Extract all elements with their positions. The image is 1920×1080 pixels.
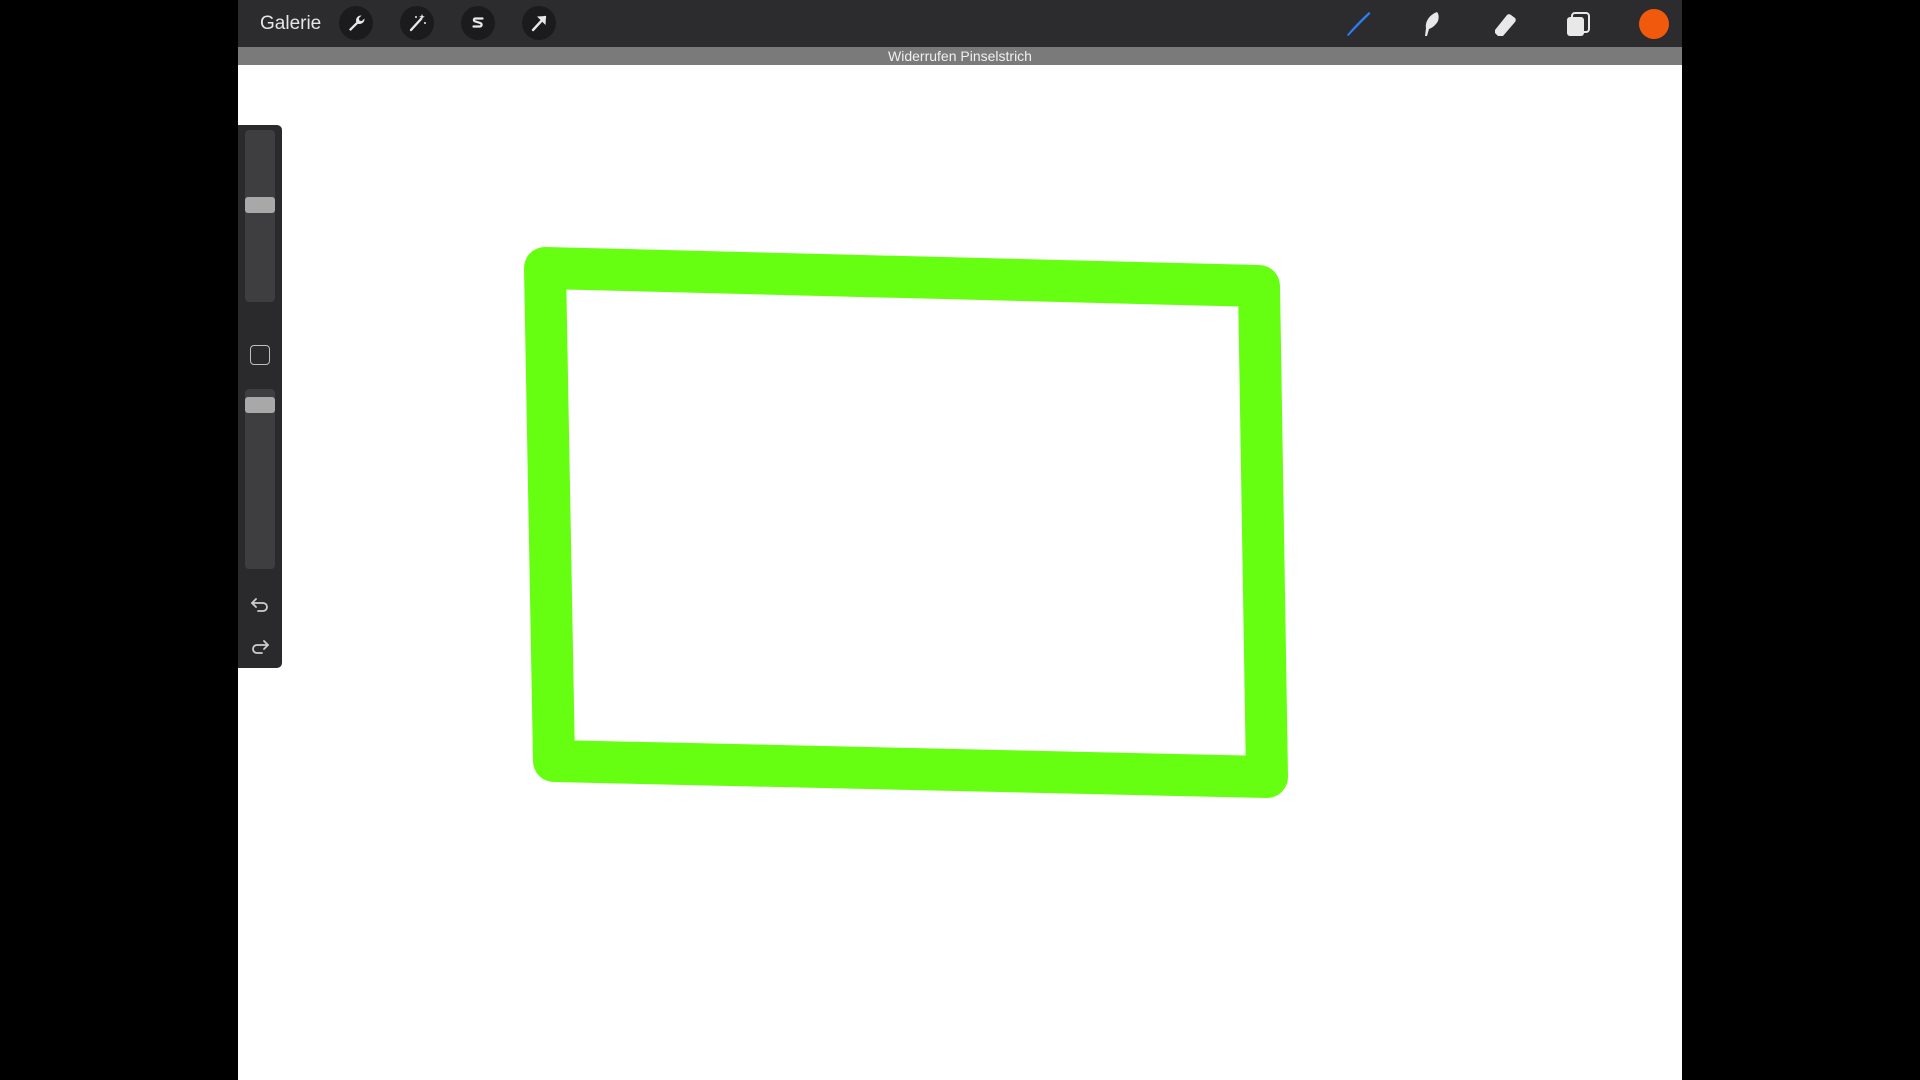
drawing-canvas[interactable] — [238, 65, 1682, 1080]
undo-button[interactable] — [248, 592, 272, 616]
undo-arrow-icon — [251, 598, 268, 612]
left-sidebar — [238, 125, 282, 668]
brush-size-slider[interactable] — [245, 130, 275, 302]
selection-button[interactable] — [461, 6, 495, 40]
gallery-button[interactable]: Galerie — [260, 11, 321, 37]
actions-button[interactable] — [339, 6, 373, 40]
opacity-slider-thumb[interactable] — [245, 397, 275, 413]
green-rectangle-stroke — [524, 247, 1288, 798]
modifier-button[interactable] — [250, 345, 270, 365]
procreate-app: Galerie Widerrufen Pinselstrich — [238, 0, 1682, 1080]
smudge-tool-button[interactable] — [1413, 6, 1449, 42]
layers-button[interactable] — [1560, 6, 1596, 42]
opacity-slider[interactable] — [245, 389, 275, 569]
top-toolbar: Galerie — [238, 0, 1682, 47]
brush-size-slider-thumb[interactable] — [245, 197, 275, 213]
transform-button[interactable] — [522, 6, 556, 40]
redo-button[interactable] — [248, 634, 272, 658]
smudge-icon — [1425, 12, 1439, 36]
redo-arrow-icon — [252, 640, 269, 654]
adjustments-button[interactable] — [400, 6, 434, 40]
transform-arrow-icon — [531, 15, 547, 32]
undo-notification-bar: Widerrufen Pinselstrich — [238, 47, 1682, 65]
color-picker-swatch[interactable] — [1639, 9, 1669, 39]
selection-s-icon — [472, 17, 484, 28]
brush-tool-button[interactable] — [1340, 6, 1376, 42]
brush-icon — [1347, 12, 1371, 36]
eraser-tool-button[interactable] — [1487, 6, 1523, 42]
eraser-icon — [1495, 14, 1516, 36]
wrench-icon — [349, 15, 365, 31]
magic-wand-icon — [409, 14, 426, 32]
layers-icon — [1567, 12, 1590, 36]
undo-notification-text: Widerrufen Pinselstrich — [888, 48, 1032, 64]
